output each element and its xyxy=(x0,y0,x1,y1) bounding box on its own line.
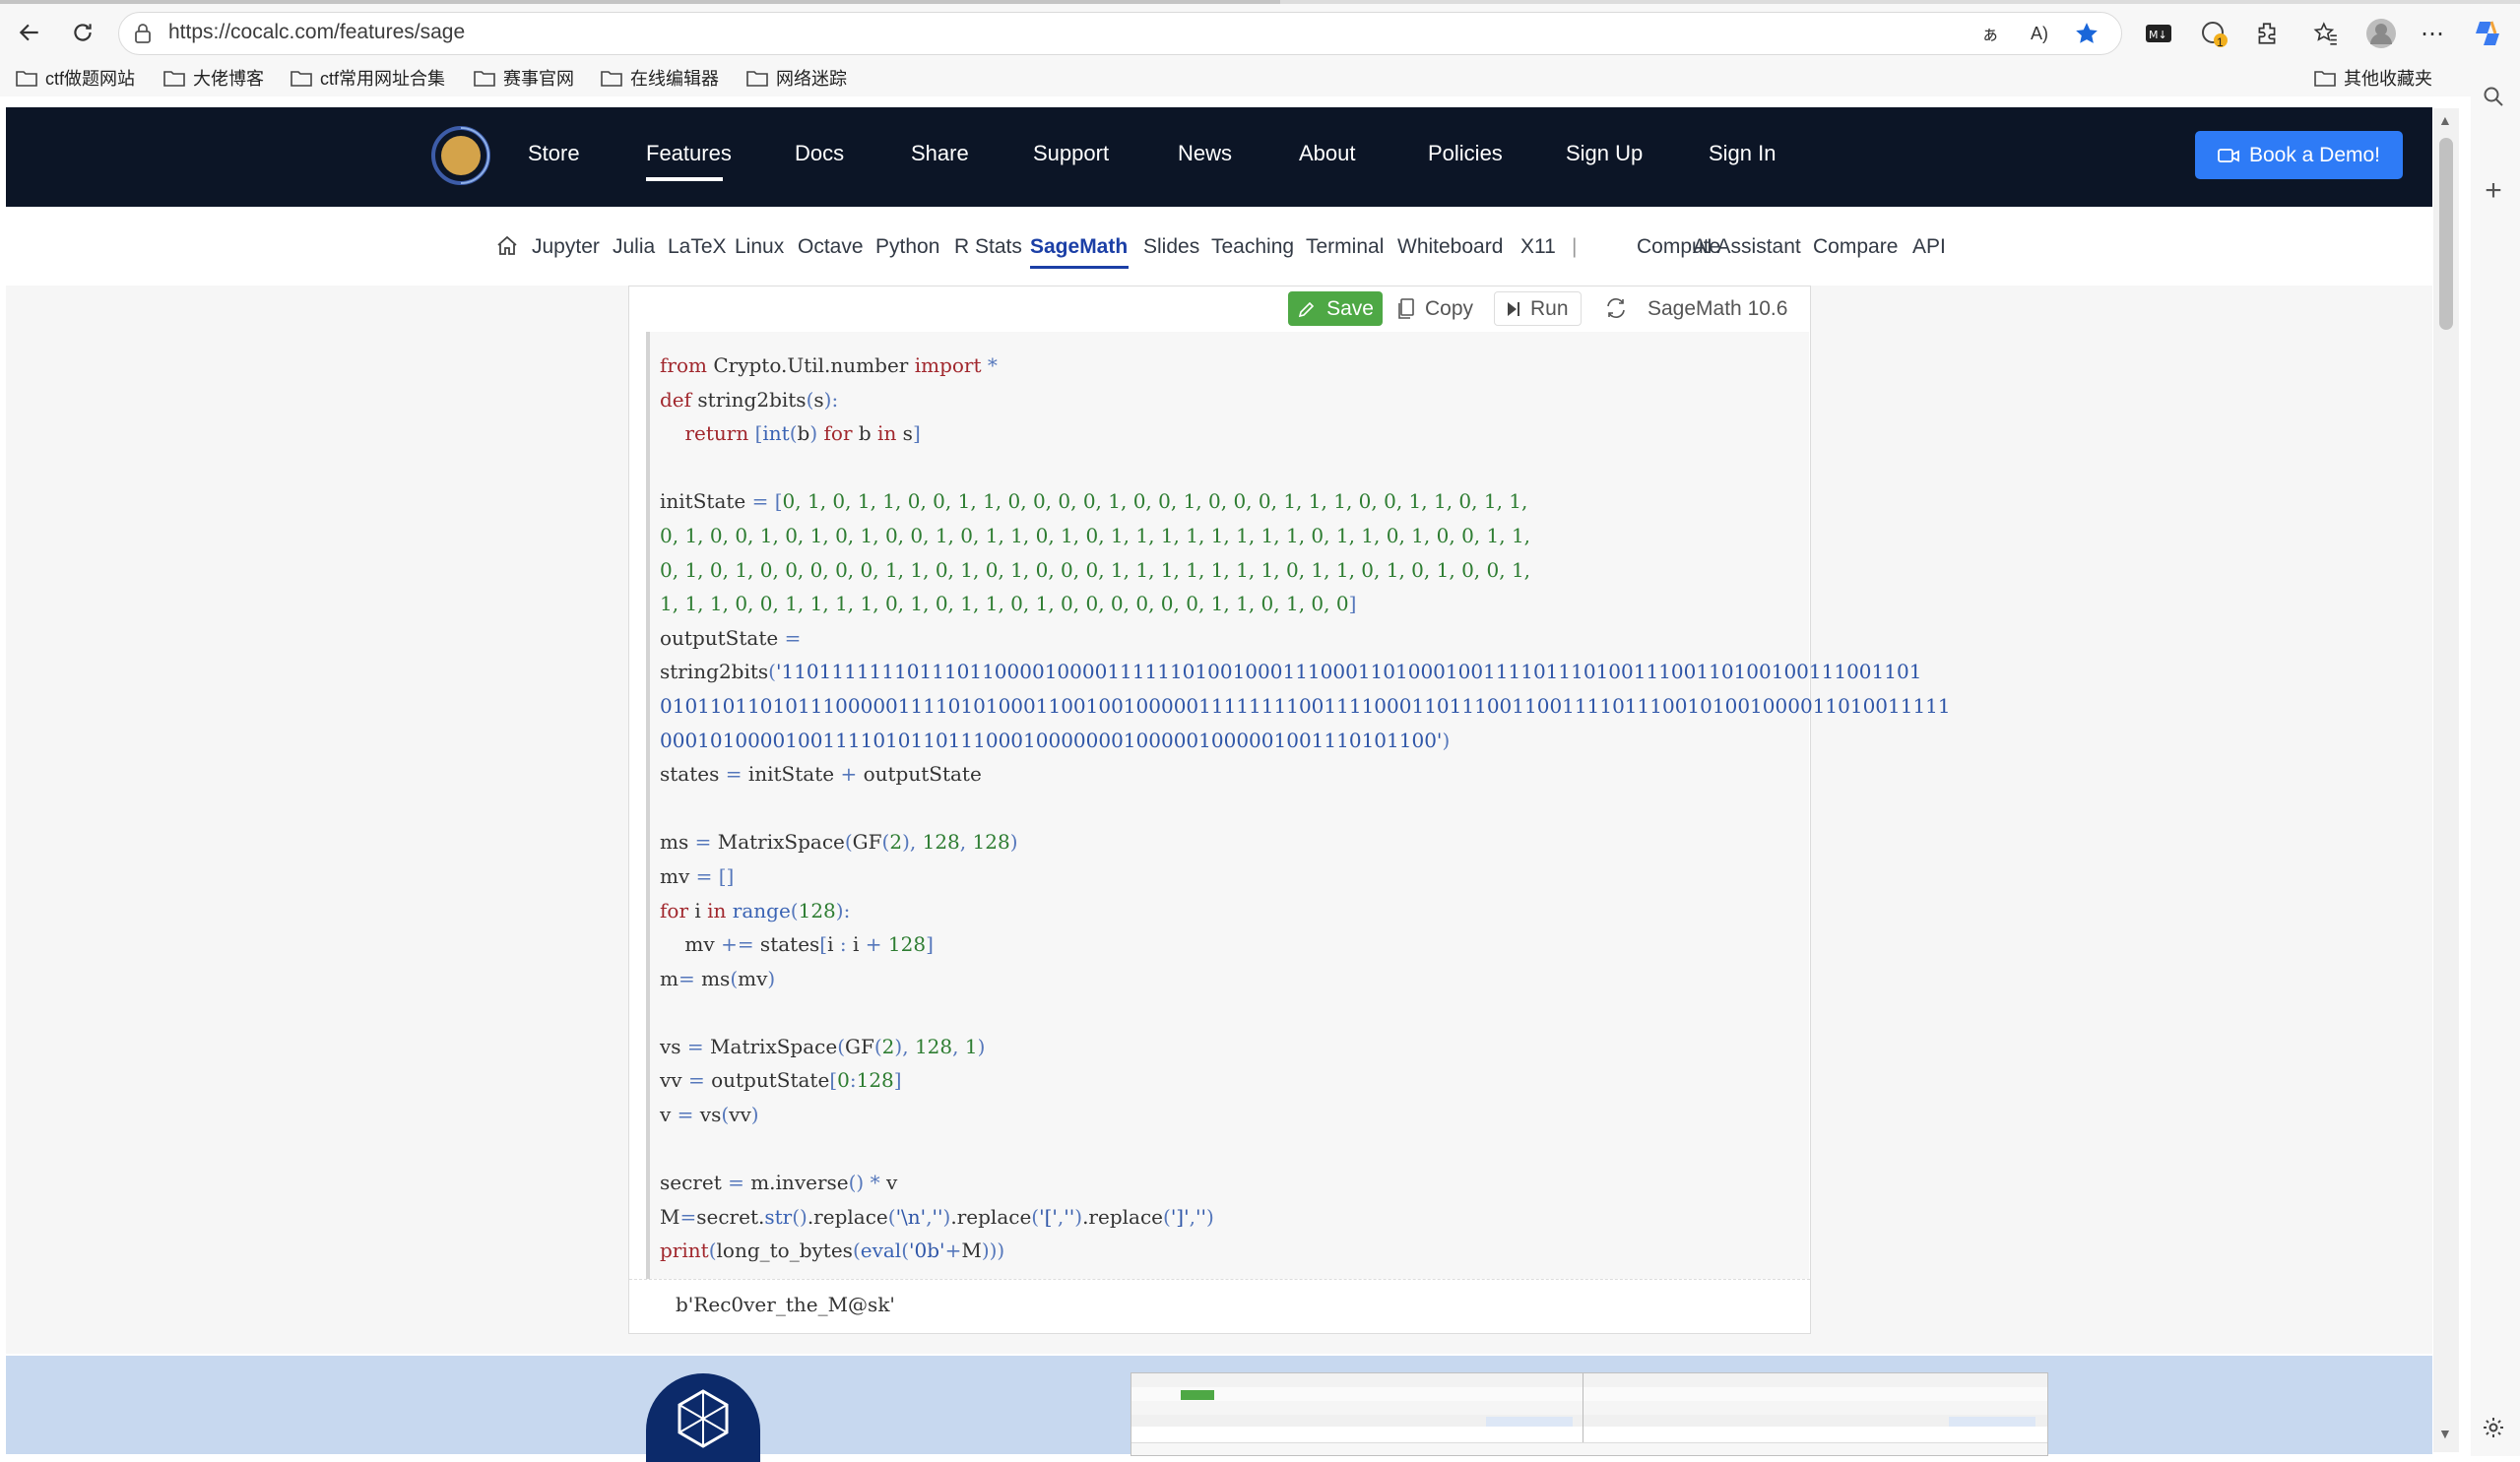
bookmark-label: 大佬博客 xyxy=(193,69,264,89)
output-divider xyxy=(629,1279,1810,1281)
browser-sidebar xyxy=(2471,96,2520,1456)
bookmark-contests[interactable]: 赛事官网 xyxy=(474,63,574,93)
nav-sign-in[interactable]: Sign In xyxy=(1709,141,1777,166)
search-icon[interactable] xyxy=(2474,77,2513,116)
nav-policies[interactable]: Policies xyxy=(1428,141,1503,166)
bookmark-online-editors[interactable]: 在线编辑器 xyxy=(601,63,719,93)
bookmark-ctf-urls[interactable]: ctf常用网址合集 xyxy=(291,63,445,93)
svg-text:M↓: M↓ xyxy=(2149,29,2167,41)
nav-sign-up[interactable]: Sign Up xyxy=(1566,141,1643,166)
copy-button[interactable]: Copy xyxy=(1397,291,1473,326)
active-subnav-indicator xyxy=(1030,266,1129,269)
subnav-x11[interactable]: X11 xyxy=(1520,235,1556,259)
subnav-python[interactable]: Python xyxy=(875,235,939,259)
edit-icon xyxy=(1298,301,1315,317)
bookmark-label: 网络迷踪 xyxy=(776,69,847,89)
book-demo-button[interactable]: Book a Demo! xyxy=(2195,131,2403,179)
refresh-icon xyxy=(74,24,92,41)
run-output: b'Rec0ver_the_M@sk' xyxy=(676,1293,895,1316)
subnav-whiteboard[interactable]: Whiteboard xyxy=(1397,235,1503,259)
folder-icon xyxy=(291,71,312,87)
step-forward-icon xyxy=(1508,301,1519,316)
copy-icon xyxy=(1398,297,1414,319)
address-bar[interactable]: https://cocalc.com/features/sage ぁ A) xyxy=(118,12,2122,55)
folder-icon xyxy=(601,71,622,87)
subnav-slides[interactable]: Slides xyxy=(1143,235,1199,259)
save-label: Save xyxy=(1326,296,1374,320)
subnav-terminal[interactable]: Terminal xyxy=(1306,235,1384,259)
jupyter-screenshot-preview xyxy=(1131,1372,2048,1456)
subnav-octave[interactable]: Octave xyxy=(798,235,864,259)
active-nav-indicator xyxy=(646,177,723,181)
markdown-extension-icon[interactable]: M↓ xyxy=(2139,14,2178,53)
reload-button[interactable] xyxy=(59,9,106,56)
copy-label: Copy xyxy=(1425,296,1474,320)
folder-icon xyxy=(163,71,185,87)
nav-news[interactable]: News xyxy=(1178,141,1232,166)
more-menu-icon[interactable]: ⋯ xyxy=(2413,14,2452,53)
subnav-api[interactable]: API xyxy=(1912,235,1946,259)
nav-store[interactable]: Store xyxy=(528,141,580,166)
nav-features[interactable]: Features xyxy=(646,141,732,166)
extension-icon[interactable] xyxy=(2194,14,2233,53)
run-button[interactable]: Run xyxy=(1494,291,1582,326)
bookmark-osint[interactable]: 网络迷踪 xyxy=(746,63,847,93)
folder-icon xyxy=(2314,71,2336,87)
folder-icon xyxy=(16,71,37,87)
subnav-sagemath[interactable]: SageMath xyxy=(1030,235,1128,259)
arrow-left-icon xyxy=(19,24,38,41)
bookmark-label: 在线编辑器 xyxy=(630,69,719,89)
scroll-up-arrow[interactable]: ▲ xyxy=(2438,112,2452,128)
favorite-star-icon[interactable] xyxy=(2067,14,2106,53)
nav-about[interactable]: About xyxy=(1299,141,1356,166)
code-text[interactable]: from Crypto.Util.number import * def str… xyxy=(660,349,1951,1268)
subnav-compare[interactable]: Compare xyxy=(1813,235,1898,259)
other-bookmarks-folder[interactable]: 其他收藏夹 xyxy=(2314,63,2432,93)
save-button[interactable]: Save xyxy=(1288,291,1383,326)
subnav-teaching[interactable]: Teaching xyxy=(1211,235,1294,259)
profile-avatar[interactable] xyxy=(2361,14,2401,53)
scrollbar-thumb[interactable] xyxy=(2439,138,2453,330)
active-tab-indicator xyxy=(0,0,1280,4)
bookmark-label: ctf做题网站 xyxy=(45,69,136,89)
back-button[interactable] xyxy=(6,9,53,56)
nav-share[interactable]: Share xyxy=(911,141,969,166)
translate-icon[interactable]: ぁ xyxy=(1971,14,2010,53)
subnav-r-stats[interactable]: R Stats xyxy=(954,235,1022,259)
bookmark-label: 赛事官网 xyxy=(503,69,574,89)
run-label: Run xyxy=(1530,296,1569,320)
gear-icon[interactable] xyxy=(2474,1408,2513,1447)
folder-icon xyxy=(746,71,768,87)
kernel-label: SageMath 10.6 xyxy=(1648,297,1788,320)
home-icon[interactable] xyxy=(495,234,519,258)
subnav-linux[interactable]: Linux xyxy=(735,235,784,259)
sync-icon xyxy=(1605,297,1627,319)
bookmark-blogs[interactable]: 大佬博客 xyxy=(163,63,264,93)
subnav-latex[interactable]: LaTeX xyxy=(668,235,727,259)
bookmark-label: 其他收藏夹 xyxy=(2344,69,2432,89)
extension-badge: 1 xyxy=(2217,35,2224,49)
read-aloud-icon[interactable]: A) xyxy=(2020,14,2059,53)
copilot-icon[interactable] xyxy=(2468,14,2507,53)
book-demo-label: Book a Demo! xyxy=(2248,143,2381,166)
add-icon[interactable]: + xyxy=(2474,171,2513,211)
folder-icon xyxy=(474,71,495,87)
nav-support[interactable]: Support xyxy=(1033,141,1109,166)
url-text: https://cocalc.com/features/sage xyxy=(168,21,466,43)
bookmark-ctf-sites[interactable]: ctf做题网站 xyxy=(16,63,135,93)
subnav-jupyter[interactable]: Jupyter xyxy=(532,235,600,259)
lock-icon xyxy=(135,24,151,43)
subnav-separator: | xyxy=(1572,235,1578,258)
scroll-down-arrow[interactable]: ▼ xyxy=(2438,1426,2452,1441)
subnav-ai-assistant[interactable]: AI Assistant xyxy=(1693,235,1801,259)
bookmark-label: ctf常用网址合集 xyxy=(320,69,446,89)
favorites-icon[interactable] xyxy=(2306,14,2346,53)
nav-docs[interactable]: Docs xyxy=(795,141,844,166)
video-icon xyxy=(2218,148,2239,162)
cocalc-logo[interactable] xyxy=(430,125,491,186)
subnav-julia[interactable]: Julia xyxy=(613,235,655,259)
puzzle-icon[interactable] xyxy=(2247,14,2287,53)
